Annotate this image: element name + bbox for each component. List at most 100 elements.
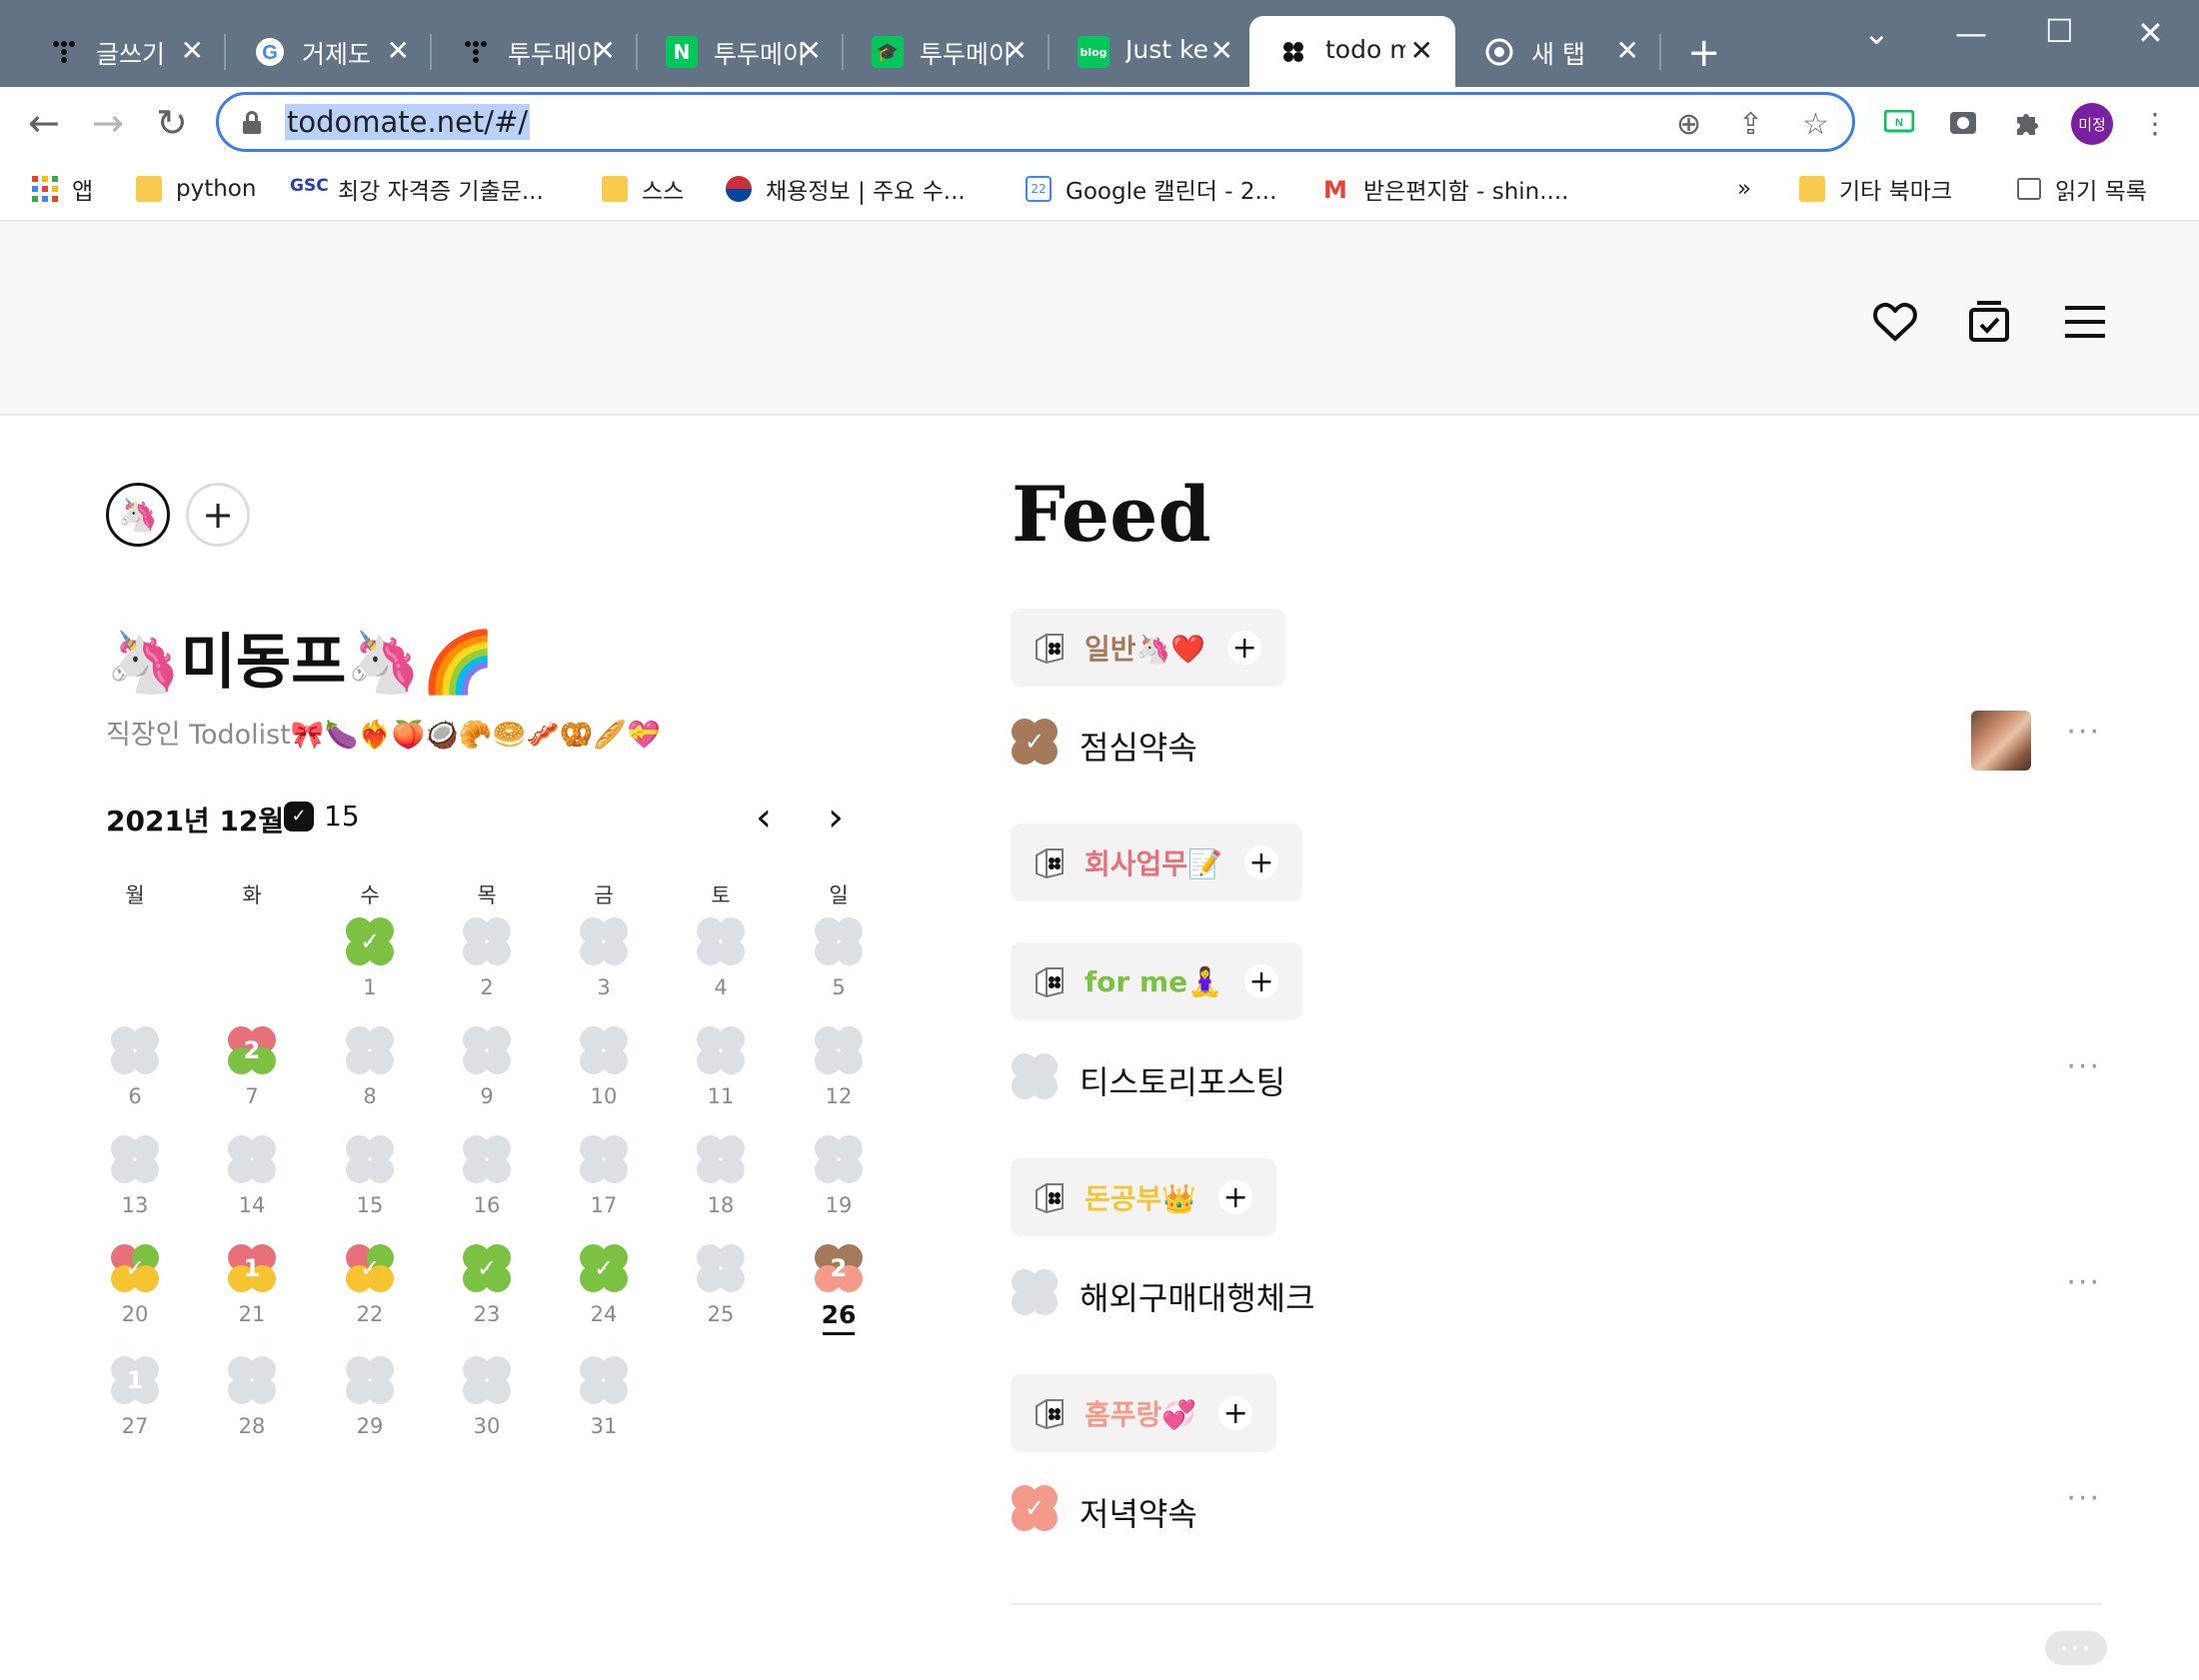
calendar-day[interactable]: 31	[574, 1356, 634, 1456]
close-icon[interactable]: ✕	[387, 34, 410, 67]
todo-checkbox[interactable]: ✓	[1012, 1485, 1058, 1531]
day-status-blob[interactable]	[111, 1026, 159, 1074]
day-status-blob[interactable]: ✓	[111, 1244, 159, 1292]
feed-more-button[interactable]: ···	[2045, 1631, 2107, 1665]
tab-3[interactable]: 투두메이 ✕	[432, 16, 638, 87]
add-todo-button[interactable]: +	[1227, 631, 1262, 666]
bookmark-folder-ss[interactable]: 스스	[602, 169, 684, 209]
calendar-day[interactable]: 13	[105, 1135, 165, 1235]
tab-search-chevron-icon[interactable]: ⌄	[1863, 14, 1890, 52]
day-status-blob[interactable]	[463, 1135, 511, 1183]
close-icon[interactable]: ✕	[1005, 34, 1028, 67]
todo-checkbox[interactable]	[1012, 1053, 1058, 1099]
back-icon[interactable]: ←	[28, 101, 60, 145]
zoom-icon[interactable]: ⊕	[1676, 107, 1701, 142]
bookmark-google-calendar[interactable]: 22 Google 캘린더 - 2...	[1026, 169, 1276, 209]
profile-avatar[interactable]: 미정	[2071, 103, 2113, 145]
day-status-blob[interactable]: 2	[228, 1026, 276, 1074]
todo-item[interactable]: ✓ 저녁약속 ···	[1012, 1481, 2101, 1541]
day-status-blob[interactable]	[697, 1026, 745, 1074]
calendar-day[interactable]: ✓ 24	[574, 1244, 634, 1344]
tab-5[interactable]: 🎓 투두메이 ✕	[844, 16, 1050, 87]
day-status-blob[interactable]	[580, 1026, 628, 1074]
add-todo-button[interactable]: +	[1243, 845, 1278, 880]
naver-extension-icon[interactable]: N	[1879, 103, 1919, 143]
more-options-icon[interactable]: ···	[2066, 1481, 2101, 1516]
calendar-day[interactable]: 18	[691, 1135, 751, 1235]
calendar-day[interactable]: ✓ 22	[340, 1244, 400, 1344]
calendar-day[interactable]: 27	[222, 1026, 282, 1126]
calendar-day[interactable]: 16	[457, 1135, 517, 1235]
add-todo-button[interactable]: +	[1218, 1180, 1253, 1215]
day-status-blob[interactable]	[697, 1135, 745, 1183]
day-status-blob[interactable]	[580, 1356, 628, 1404]
maximize-icon[interactable]: ☐	[2045, 12, 2074, 50]
calendar-day[interactable]: 17	[574, 1135, 634, 1235]
calendar-day[interactable]: ✓ 20	[105, 1244, 165, 1344]
tab-8[interactable]: 새 탭 ✕	[1455, 16, 1661, 87]
close-icon[interactable]: ✕	[1210, 34, 1233, 67]
calendar-day[interactable]: 5	[809, 917, 869, 1017]
add-todo-button[interactable]: +	[1218, 1396, 1253, 1431]
todo-checkbox[interactable]: ✓	[1012, 719, 1058, 765]
day-status-blob[interactable]: ✓	[346, 917, 394, 965]
day-status-blob[interactable]	[463, 917, 511, 965]
calendar-day[interactable]: 6	[105, 1026, 165, 1126]
day-status-blob[interactable]	[463, 1026, 511, 1074]
calendar-day[interactable]: 2	[457, 917, 517, 1017]
todo-item[interactable]: 티스토리포스팅 ···	[1012, 1049, 2101, 1109]
calendar-day[interactable]: ✓ 1	[340, 917, 400, 1017]
calendar-day[interactable]: 1 21	[222, 1244, 282, 1344]
calendar-day[interactable]: 15	[340, 1135, 400, 1235]
new-tab-button[interactable]: +	[1687, 30, 1721, 76]
calendar-day[interactable]: 8	[340, 1026, 400, 1126]
prev-month-button[interactable]: ‹	[756, 795, 772, 840]
heart-icon[interactable]	[1871, 298, 1919, 346]
share-icon[interactable]: ⇪	[1738, 107, 1763, 142]
calendar-day[interactable]: 14	[222, 1135, 282, 1235]
bookmark-gmail[interactable]: M 받은편지함 - shin....	[1323, 169, 1569, 209]
day-status-blob[interactable]: ✓	[346, 1244, 394, 1292]
calendar-day[interactable]: 29	[340, 1356, 400, 1456]
todo-photo-thumbnail[interactable]	[1971, 711, 2031, 771]
category-general[interactable]: 일반🦄❤️ +	[1011, 609, 1286, 687]
todo-item[interactable]: ✓ 점심약속 ···	[1012, 711, 2101, 775]
puzzle-icon[interactable]	[2007, 103, 2047, 143]
bookmark-gsc[interactable]: GSC 최강 자격증 기출문...	[290, 169, 544, 209]
calendar-day[interactable]: 11	[691, 1026, 751, 1126]
reload-icon[interactable]: ↻	[156, 101, 188, 145]
category-work[interactable]: 회사업무📝 +	[1011, 824, 1302, 901]
close-icon[interactable]: ✕	[1410, 34, 1433, 67]
reading-list[interactable]: 읽기 목록	[2017, 169, 2147, 209]
day-status-blob[interactable]: 2	[815, 1244, 863, 1292]
calendar-day[interactable]: 2 26	[809, 1244, 869, 1344]
bookmarks-overflow[interactable]: »	[1737, 169, 1751, 209]
day-status-blob[interactable]	[580, 1135, 628, 1183]
day-status-blob[interactable]	[697, 1244, 745, 1292]
window-close-icon[interactable]: ✕	[2137, 14, 2164, 52]
todo-check-icon[interactable]	[1965, 298, 2013, 346]
minimize-icon[interactable]: —	[1955, 14, 1987, 52]
tab-6[interactable]: blog Just ke ✕	[1050, 16, 1255, 87]
todo-checkbox[interactable]	[1012, 1269, 1058, 1315]
calendar-day[interactable]: 4	[691, 917, 751, 1017]
day-status-blob[interactable]	[228, 1356, 276, 1404]
day-status-blob[interactable]	[111, 1135, 159, 1183]
day-status-blob[interactable]	[463, 1356, 511, 1404]
more-options-icon[interactable]: ···	[2066, 715, 2101, 750]
day-status-blob[interactable]	[697, 917, 745, 965]
bookmark-apps[interactable]: 앱	[32, 169, 93, 209]
extension-icon[interactable]	[1943, 103, 1983, 143]
add-todo-button[interactable]: +	[1244, 964, 1279, 999]
tab-7-active[interactable]: todo m ✕	[1249, 16, 1455, 87]
category-money-study[interactable]: 돈공부👑 +	[1011, 1158, 1277, 1236]
more-options-icon[interactable]: ···	[2066, 1265, 2101, 1300]
bookmark-jobs[interactable]: 채용정보 | 주요 수...	[726, 169, 966, 209]
calendar-day[interactable]: 12	[809, 1026, 869, 1126]
close-icon[interactable]: ✕	[181, 34, 204, 67]
bookmark-python[interactable]: python	[136, 169, 256, 209]
day-status-blob[interactable]	[815, 1026, 863, 1074]
tab-2[interactable]: G 거제도 ✕	[226, 16, 432, 87]
calendar-day[interactable]: ✓ 23	[457, 1244, 517, 1344]
category-home[interactable]: 홈푸랑💞 +	[1011, 1374, 1277, 1452]
